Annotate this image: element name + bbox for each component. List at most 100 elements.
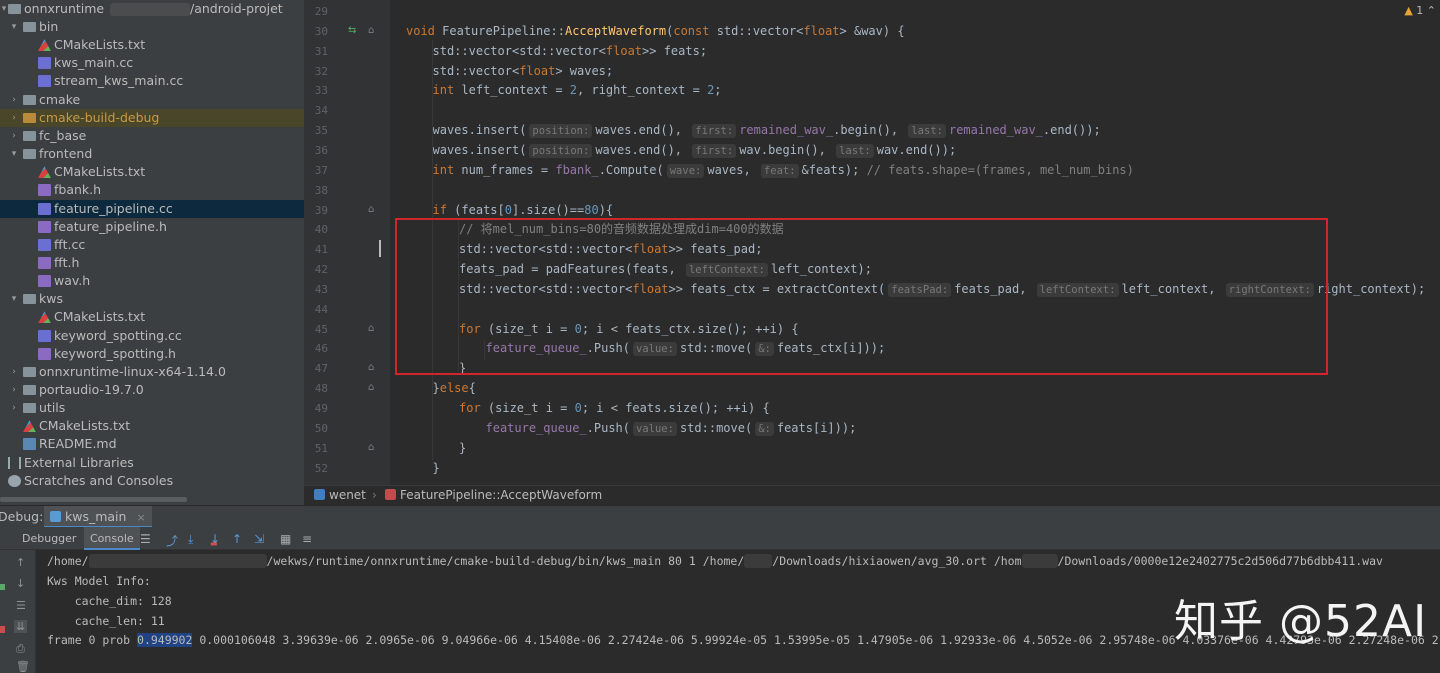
tree-file[interactable]: CMakeLists.txt bbox=[0, 163, 304, 181]
tree-folder[interactable]: › utils bbox=[0, 399, 304, 417]
delete-icon[interactable]: 🗑 bbox=[16, 660, 30, 673]
resume-icon[interactable] bbox=[0, 584, 5, 590]
code-line[interactable]: std::vector<std::vector<float>> feats; bbox=[433, 41, 708, 61]
run-config-tab[interactable]: kws_main × bbox=[44, 506, 152, 528]
code-line[interactable]: for (size_t i = 0; i < feats.size(); ++i… bbox=[459, 398, 770, 418]
tree-folder[interactable]: › cmake-build-debug bbox=[0, 108, 304, 127]
tree-folder[interactable]: ▾ frontend bbox=[0, 145, 304, 163]
implementation-marker-icon[interactable]: ⇆ bbox=[348, 25, 356, 36]
scroll-down-icon[interactable]: ↓ bbox=[16, 577, 25, 590]
scroll-up-icon[interactable]: ↑ bbox=[16, 556, 25, 569]
code-line[interactable]: if (feats[0].size()==80){ bbox=[433, 200, 614, 220]
chevron-down-icon[interactable]: ▾ bbox=[8, 145, 20, 163]
fold-icon[interactable]: ⌂ bbox=[368, 382, 374, 393]
cpp-file-icon bbox=[38, 329, 51, 342]
tree-folder[interactable]: ▾ bin bbox=[0, 18, 304, 36]
tree-file[interactable]: kws_main.cc bbox=[0, 54, 304, 72]
step-over-icon[interactable]: ⤓ bbox=[188, 532, 193, 547]
code-line[interactable]: int left_context = 2, right_context = 2; bbox=[433, 80, 722, 100]
chevron-right-icon[interactable]: › bbox=[8, 399, 20, 417]
tree-item-label: keyword_spotting.h bbox=[54, 345, 176, 361]
tree-root[interactable]: ▾ onnxruntime/android-projet bbox=[0, 0, 304, 18]
code-line[interactable]: waves.insert(position: waves.end(), first… bbox=[433, 120, 1101, 140]
step-out-icon[interactable]: ↑ bbox=[232, 532, 242, 546]
chevron-right-icon[interactable]: › bbox=[8, 91, 20, 109]
chevron-right-icon[interactable]: › bbox=[8, 381, 20, 399]
layout-icon[interactable]: ≡ bbox=[302, 532, 312, 546]
menu-icon[interactable]: ☰ bbox=[140, 532, 151, 546]
tree-file[interactable]: feature_pipeline.h bbox=[0, 218, 304, 236]
print-icon[interactable]: ⎙ bbox=[16, 642, 25, 656]
folder-icon bbox=[23, 366, 36, 377]
breadcrumb-project[interactable]: wenet bbox=[314, 486, 366, 505]
line-number: 32 bbox=[314, 64, 328, 78]
fold-icon[interactable]: ⌂ bbox=[368, 442, 374, 453]
soft-wrap-icon[interactable]: ☰ bbox=[16, 599, 26, 612]
evaluate-expression-icon[interactable]: ▦ bbox=[280, 532, 291, 546]
cmake-icon bbox=[38, 166, 51, 179]
tree-file[interactable]: feature_pipeline.cc bbox=[0, 199, 304, 218]
tree-item-label: CMakeLists.txt bbox=[54, 37, 146, 53]
fold-icon[interactable]: ⌂ bbox=[368, 204, 374, 215]
run-config-label: kws_main bbox=[65, 509, 127, 524]
tree-file[interactable]: fft.cc bbox=[0, 236, 304, 254]
chevron-right-icon[interactable]: › bbox=[8, 109, 20, 127]
tree-folder[interactable]: › fc_base bbox=[0, 127, 304, 145]
tree-folder[interactable]: › onnxruntime-linux-x64-1.14.0 bbox=[0, 363, 304, 381]
force-step-into-icon[interactable]: ▬ bbox=[210, 539, 218, 548]
code-line[interactable]: }else{ bbox=[433, 378, 476, 398]
parameter-hint: position: bbox=[529, 143, 593, 158]
tab-console[interactable]: Console bbox=[84, 527, 140, 550]
tree-file[interactable]: keyword_spotting.cc bbox=[0, 327, 304, 345]
scroll-to-end-icon[interactable]: ⇊ bbox=[14, 620, 28, 633]
fold-icon[interactable]: ⌂ bbox=[368, 323, 374, 334]
highlight-annotation-box bbox=[395, 218, 1328, 375]
line-number: 43 bbox=[314, 282, 328, 296]
chevron-right-icon[interactable]: › bbox=[8, 363, 20, 381]
tree-folder[interactable]: › portaudio-19.7.0 bbox=[0, 381, 304, 399]
tree-file[interactable]: wav.h bbox=[0, 272, 304, 290]
chevron-down-icon[interactable]: ▾ bbox=[8, 18, 20, 36]
tree-file[interactable]: keyword_spotting.h bbox=[0, 345, 304, 363]
warning-indicator[interactable]: ▲ 1 ⌃ bbox=[1404, 4, 1436, 17]
code-line[interactable]: waves.insert(position: waves.end(), first… bbox=[433, 140, 956, 160]
cpp-file-icon bbox=[38, 75, 51, 88]
code-line[interactable]: feature_queue_.Push(value: std::move(&: fe… bbox=[486, 418, 856, 438]
tree-file[interactable]: README.md bbox=[0, 435, 304, 453]
tab-debugger[interactable]: Debugger bbox=[16, 527, 82, 550]
code-line[interactable]: } bbox=[433, 458, 440, 478]
folder-icon bbox=[23, 130, 36, 141]
run-to-cursor-icon[interactable]: ⇲ bbox=[254, 532, 264, 546]
chevron-right-icon[interactable]: › bbox=[8, 127, 20, 145]
tree-file[interactable]: fft.h bbox=[0, 254, 304, 272]
tree-file[interactable]: External Libraries bbox=[0, 454, 304, 472]
fold-icon[interactable]: ⌂ bbox=[368, 362, 374, 373]
fold-icon[interactable]: ⌂ bbox=[368, 25, 374, 36]
tree-scrollbar[interactable] bbox=[0, 497, 187, 502]
code-line[interactable]: int num_frames = fbank_.Compute(wave: wav… bbox=[433, 160, 1134, 180]
show-execution-point-icon[interactable]: ⤴ bbox=[166, 532, 178, 549]
code-line[interactable]: std::vector<float> waves; bbox=[433, 61, 614, 81]
parameter-hint: first: bbox=[692, 143, 737, 158]
markdown-icon bbox=[23, 438, 36, 451]
close-icon[interactable]: × bbox=[136, 511, 145, 524]
header-file-icon bbox=[38, 220, 51, 233]
tree-file[interactable]: CMakeLists.txt bbox=[0, 308, 304, 326]
console-line-command: /home/x/wekws/runtime/onnxruntime/cmake-… bbox=[47, 554, 1383, 568]
tree-folder[interactable]: › cmake bbox=[0, 91, 304, 109]
line-number: 31 bbox=[314, 44, 328, 58]
breadcrumb-function[interactable]: FeaturePipeline::AcceptWaveform bbox=[385, 486, 602, 505]
tree-file[interactable]: Scratches and Consoles bbox=[0, 472, 304, 490]
tree-item-label: feature_pipeline.h bbox=[54, 218, 167, 234]
tree-file[interactable]: CMakeLists.txt bbox=[0, 417, 304, 435]
tree-file[interactable]: stream_kws_main.cc bbox=[0, 72, 304, 90]
tree-folder[interactable]: ▾ kws bbox=[0, 290, 304, 308]
tree-file[interactable]: fbank.h bbox=[0, 181, 304, 199]
header-file-icon bbox=[38, 275, 51, 288]
line-number: 51 bbox=[314, 441, 328, 455]
tree-file[interactable]: CMakeLists.txt bbox=[0, 36, 304, 54]
stop-icon[interactable] bbox=[0, 626, 5, 633]
code-line[interactable]: } bbox=[459, 438, 466, 458]
code-line[interactable]: void FeaturePipeline::AcceptWaveform(con… bbox=[406, 21, 905, 41]
chevron-down-icon[interactable]: ▾ bbox=[8, 290, 20, 308]
